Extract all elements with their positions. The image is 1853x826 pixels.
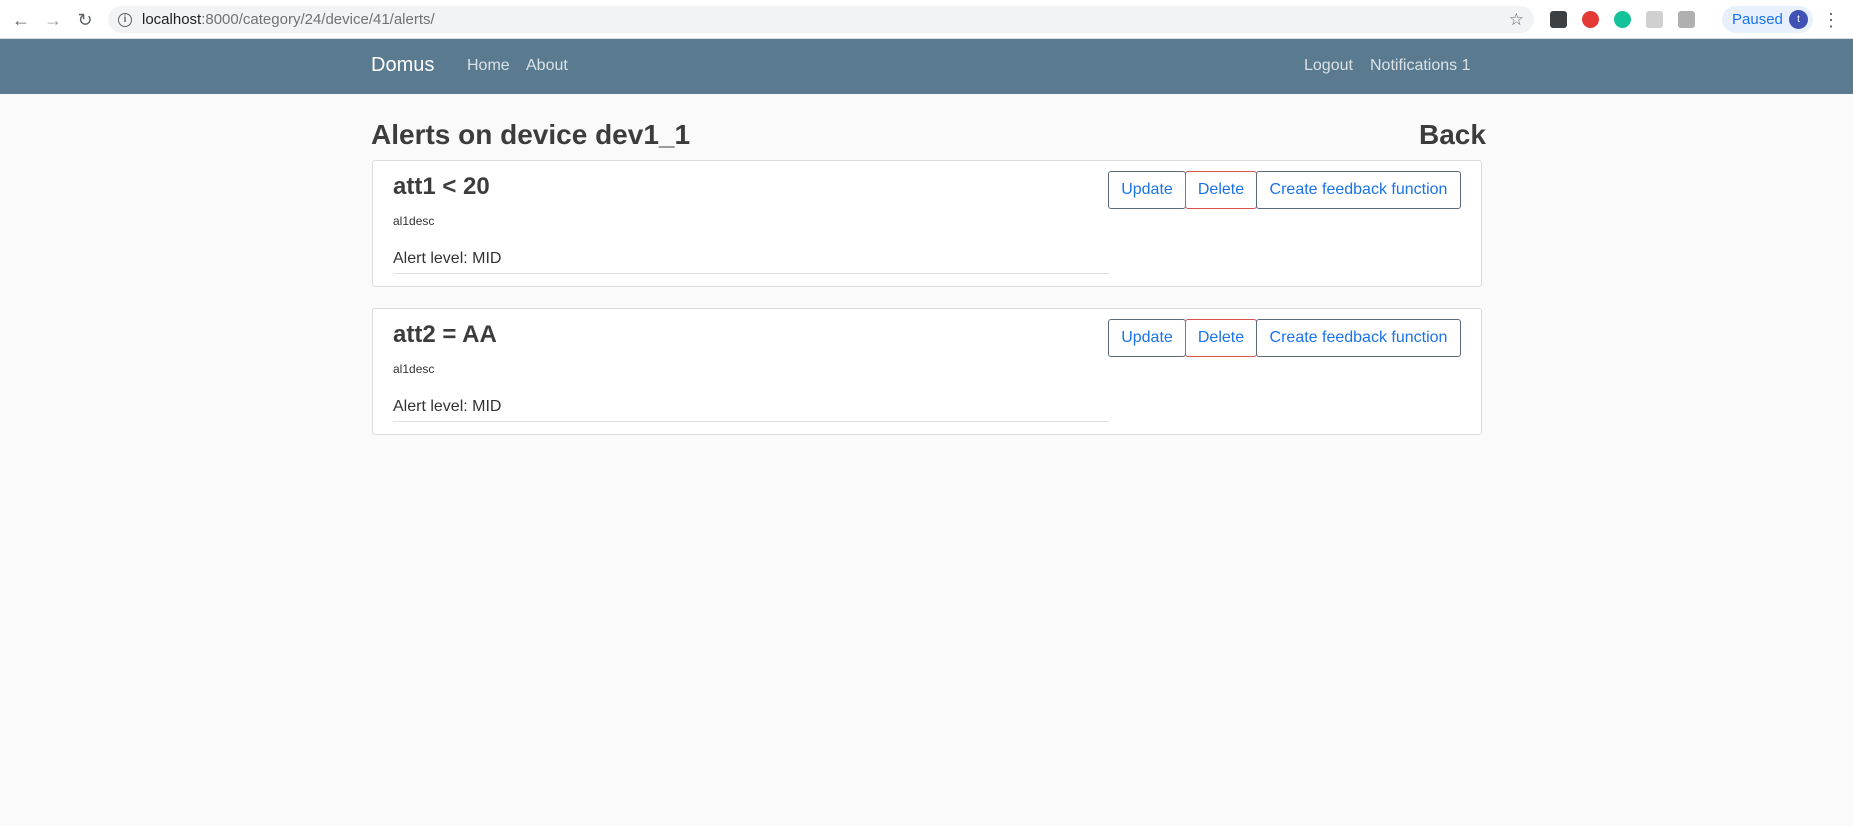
grammarly-icon[interactable]	[1614, 11, 1631, 28]
forward-arrow-icon[interactable]: →	[41, 8, 65, 32]
bookmark-star-icon[interactable]: ☆	[1509, 10, 1524, 30]
menu-kebab-icon[interactable]: ⋮	[1822, 8, 1840, 32]
info-icon[interactable]: i	[118, 12, 132, 27]
extension-dots-icon[interactable]	[1550, 11, 1567, 28]
delete-button[interactable]: Delete	[1185, 171, 1257, 209]
url-host: localhost	[142, 11, 202, 28]
update-button[interactable]: Update	[1108, 171, 1186, 209]
delete-button[interactable]: Delete	[1185, 319, 1257, 357]
alert-level: Alert level: MID	[393, 398, 502, 415]
extension-icon[interactable]	[1646, 11, 1663, 28]
back-link[interactable]: Back	[1419, 119, 1486, 151]
create-feedback-function-button[interactable]: Create feedback function	[1256, 171, 1461, 209]
profile-status: Paused	[1732, 11, 1783, 28]
alert-level: Alert level: MID	[393, 250, 502, 267]
profile-button[interactable]: Paused t	[1722, 6, 1813, 33]
adblock-icon[interactable]	[1582, 11, 1599, 28]
alert-title: att1 < 20	[393, 173, 490, 200]
back-arrow-icon[interactable]: ←	[9, 8, 33, 32]
avatar: t	[1789, 10, 1808, 29]
url-path: :8000/category/24/device/41/alerts/	[201, 11, 435, 28]
address-bar[interactable]: i localhost:8000/category/24/device/41/a…	[108, 6, 1534, 33]
page-title: Alerts on device dev1_1	[371, 119, 691, 150]
nav-notifications-link[interactable]: Notifications 1	[1370, 57, 1471, 75]
reload-icon[interactable]: ↻	[73, 8, 97, 32]
nav-logout-link[interactable]: Logout	[1304, 57, 1353, 75]
alert-title: att2 = AA	[393, 321, 497, 348]
update-button[interactable]: Update	[1108, 319, 1186, 357]
create-feedback-function-button[interactable]: Create feedback function	[1256, 319, 1461, 357]
browser-toolbar: ← → ↻ i localhost:8000/category/24/devic…	[0, 0, 1853, 39]
nav-about-link[interactable]: About	[526, 57, 568, 75]
alert-description: al1desc	[393, 214, 435, 228]
nav-home-link[interactable]: Home	[467, 57, 510, 75]
url-text[interactable]: localhost:8000/category/24/device/41/ale…	[142, 11, 435, 28]
brand-logo[interactable]: Domus	[371, 54, 434, 77]
alert-card: att2 = AA al1desc Alert level: MID Updat…	[372, 308, 1482, 435]
divider	[393, 421, 1109, 422]
app-navbar: Domus Home About Logout Notifications 1	[0, 39, 1853, 94]
alert-card: att1 < 20 al1desc Alert level: MID Updat…	[372, 160, 1482, 287]
alert-description: al1desc	[393, 362, 435, 376]
translate-extension-icon[interactable]	[1678, 11, 1695, 28]
divider	[393, 273, 1109, 274]
